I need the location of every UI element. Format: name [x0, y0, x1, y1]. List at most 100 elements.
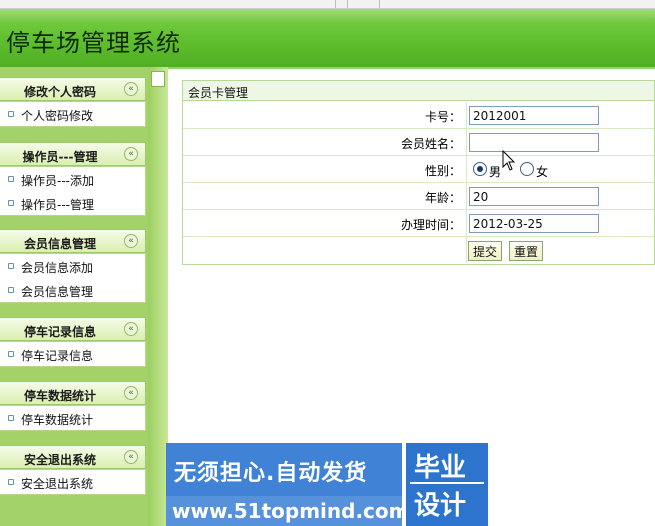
gender-male-radio[interactable]	[473, 162, 487, 176]
menu-group-body: 个人密码修改	[0, 101, 146, 127]
collapse-icon[interactable]: «	[124, 322, 138, 336]
menu-group-header[interactable]: 操作员---管理 «	[0, 142, 146, 166]
promo-banner[interactable]: 无须担心.自动发货 www.51topmind.com 毕业 设计	[166, 443, 488, 526]
menu-group-logout: 安全退出系统 « 安全退出系统	[0, 445, 146, 495]
sidebar-item-label: 操作员---添加	[21, 174, 94, 188]
sidebar-item-label: 会员信息管理	[21, 285, 94, 299]
sidebar-item-manage-members[interactable]: 会员信息管理	[0, 278, 145, 302]
bullet-icon	[8, 351, 14, 357]
tab-segment	[0, 0, 336, 8]
collapse-icon[interactable]: «	[124, 147, 138, 161]
banner-tag-divider	[410, 482, 484, 484]
collapse-icon[interactable]: «	[124, 386, 138, 400]
sidebar-item-label: 会员信息添加	[21, 261, 94, 275]
bullet-icon	[8, 176, 14, 182]
gender-male-label: 男	[489, 165, 502, 179]
menu-group-title: 安全退出系统	[23, 453, 96, 467]
sidebar-splitter[interactable]	[148, 67, 168, 526]
content-top-border	[168, 67, 655, 69]
bullet-icon	[8, 200, 14, 206]
bullet-icon	[8, 111, 14, 117]
age-input[interactable]	[469, 187, 599, 206]
column-divider	[466, 237, 467, 263]
sidebar-item-label: 安全退出系统	[21, 477, 94, 491]
menu-group-title: 停车数据统计	[23, 389, 96, 403]
tab-segment	[336, 0, 348, 8]
banner-left: 无须担心.自动发货 www.51topmind.com	[166, 443, 409, 526]
menu-group-header[interactable]: 会员信息管理 «	[0, 229, 146, 253]
menu-group-parking-records: 停车记录信息 « 停车记录信息	[0, 317, 146, 367]
sidebar-item-label: 停车记录信息	[21, 349, 94, 363]
panel-title: 会员卡管理	[188, 86, 249, 100]
sidebar-item-manage-operators[interactable]: 操作员---管理	[0, 191, 145, 215]
menu-group-title: 操作员---管理	[22, 150, 98, 164]
age-label: 年龄：	[424, 191, 461, 205]
column-divider	[466, 102, 467, 128]
menu-group-header[interactable]: 停车数据统计 «	[0, 381, 146, 405]
menu-group-password: 修改个人密码 « 个人密码修改	[0, 77, 146, 127]
sidebar: 修改个人密码 « 个人密码修改 操作员---管理 « 操作员---添加 操作员-…	[0, 67, 168, 526]
submit-button[interactable]: 提交	[468, 241, 503, 261]
column-divider	[466, 156, 467, 182]
banner-tag: 毕业 设计	[406, 443, 488, 526]
sidebar-item-label: 操作员---管理	[21, 198, 94, 212]
gender-female-radio[interactable]	[520, 162, 534, 176]
menu-group-body: 会员信息添加 会员信息管理	[0, 253, 146, 303]
date-input[interactable]	[469, 214, 599, 233]
form-row-name: 会员姓名：	[183, 129, 654, 156]
sidebar-item-label: 个人密码修改	[21, 109, 94, 123]
member-name-label: 会员姓名：	[400, 137, 461, 151]
bullet-icon	[8, 287, 14, 293]
menu-group-header[interactable]: 安全退出系统 «	[0, 445, 146, 469]
app-title: 停车场管理系统	[6, 29, 181, 57]
bullet-icon	[8, 479, 14, 485]
sidebar-item-change-password[interactable]: 个人密码修改	[0, 102, 145, 126]
form-row-date: 办理时间：	[183, 210, 654, 237]
collapse-icon[interactable]: «	[124, 234, 138, 248]
banner-slogan: 无须担心.自动发货	[174, 461, 368, 486]
member-name-input[interactable]	[469, 133, 599, 152]
menu-group-header[interactable]: 停车记录信息 «	[0, 317, 146, 341]
form-row-gender: 性别： 男 女	[183, 156, 654, 183]
panel-header: 会员卡管理	[183, 81, 654, 101]
sidebar-item-parking-records[interactable]: 停车记录信息	[0, 342, 145, 366]
menu-group-title: 会员信息管理	[23, 237, 96, 251]
menu-group-header[interactable]: 修改个人密码 «	[0, 77, 146, 101]
sidebar-item-add-member[interactable]: 会员信息添加	[0, 254, 145, 278]
gender-label: 性别：	[424, 164, 461, 178]
banner-url: www.51topmind.com	[172, 499, 410, 523]
collapse-icon[interactable]: «	[124, 82, 138, 96]
column-divider	[466, 210, 467, 236]
form-row-actions: 提交 重置	[183, 237, 654, 264]
browser-top-strip	[0, 0, 655, 9]
menu-group-body: 停车数据统计	[0, 405, 146, 431]
menu-group-body: 停车记录信息	[0, 341, 146, 367]
member-card-panel: 会员卡管理 卡号： 会员姓名： 性别： 男 女 年龄： 办理时间： 提交 重置	[182, 80, 655, 265]
form-row-age: 年龄：	[183, 183, 654, 210]
app-header: 停车场管理系统	[0, 9, 655, 67]
bullet-icon	[8, 263, 14, 269]
card-no-input[interactable]	[469, 106, 599, 125]
column-divider	[466, 183, 467, 209]
banner-url-bar: www.51topmind.com	[166, 496, 409, 526]
sidebar-item-add-operator[interactable]: 操作员---添加	[0, 167, 145, 191]
date-label: 办理时间：	[400, 218, 461, 232]
banner-tag-top: 毕业	[414, 453, 467, 483]
sidebar-item-statistics[interactable]: 停车数据统计	[0, 406, 145, 430]
sidebar-item-label: 停车数据统计	[21, 413, 94, 427]
menu-group-statistics: 停车数据统计 « 停车数据统计	[0, 381, 146, 431]
menu-group-body: 操作员---添加 操作员---管理	[0, 166, 146, 216]
card-no-label: 卡号：	[424, 110, 461, 124]
menu-group-members: 会员信息管理 « 会员信息添加 会员信息管理	[0, 229, 146, 303]
menu-group-body: 安全退出系统	[0, 469, 146, 495]
splitter-handle[interactable]	[151, 71, 165, 87]
menu-group-title: 停车记录信息	[23, 325, 96, 339]
sidebar-item-logout[interactable]: 安全退出系统	[0, 470, 145, 494]
menu-group-title: 修改个人密码	[23, 85, 96, 99]
column-divider	[466, 129, 467, 155]
reset-button[interactable]: 重置	[509, 241, 544, 261]
header-gloss	[0, 9, 655, 23]
menu-group-operators: 操作员---管理 « 操作员---添加 操作员---管理	[0, 142, 146, 216]
bullet-icon	[8, 415, 14, 421]
collapse-icon[interactable]: «	[124, 450, 138, 464]
